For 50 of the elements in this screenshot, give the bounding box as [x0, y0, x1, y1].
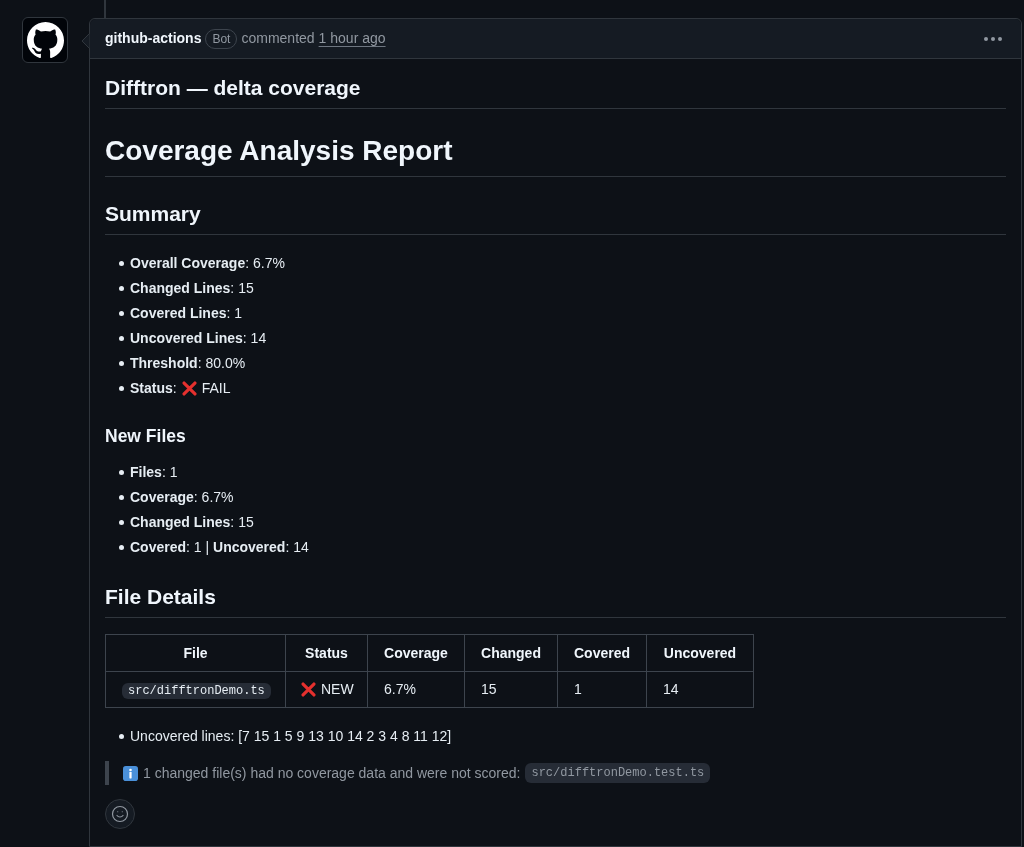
bullet-icon — [119, 495, 124, 500]
action-text: commented — [241, 29, 315, 48]
status-value: FAIL — [201, 379, 231, 398]
table-cell: 15 — [464, 671, 558, 708]
list-item-text: Files: 1 — [130, 463, 178, 482]
column-header: Status — [285, 634, 368, 672]
list-item-text: Uncovered Lines: 14 — [130, 329, 267, 348]
list-item-text: Changed Lines: 15 — [130, 513, 254, 532]
bullet-icon — [119, 520, 124, 525]
timestamp-link[interactable]: 1 hour ago — [318, 28, 386, 49]
list-item-text: Covered: 1 | Uncovered: 14 — [130, 538, 309, 557]
bullet-icon — [119, 361, 124, 366]
section-heading: Coverage Analysis Report — [105, 133, 1006, 177]
section-heading: Difftron — delta coverage — [105, 75, 1006, 109]
section-heading: Summary — [105, 201, 1006, 235]
add-reaction-button[interactable] — [105, 799, 135, 829]
bullet-icon — [119, 336, 124, 341]
list-item-text: Covered Lines: 1 — [130, 304, 243, 323]
list-item-text: Uncovered lines: [7 15 1 5 9 13 10 14 2 3 4 8 11 12] — [130, 727, 452, 746]
bullet-icon — [119, 470, 124, 475]
table-cell: 14 — [646, 671, 754, 708]
list-item-text: Status: — [130, 379, 177, 398]
status-text: NEW — [321, 680, 354, 699]
smiley-icon — [111, 805, 129, 823]
bullet-icon — [119, 734, 124, 739]
file-path-code: src/difftronDemo.ts — [122, 682, 271, 699]
table-cell: 1 — [557, 671, 647, 708]
bullet-icon — [119, 261, 124, 266]
bullet-icon — [119, 286, 124, 291]
list-item-text: Threshold: 80.0% — [130, 354, 246, 373]
info-icon — [123, 765, 138, 781]
section-heading: File Details — [105, 584, 1006, 618]
column-header: Coverage — [367, 634, 465, 672]
bullet-icon — [119, 311, 124, 316]
list-item-text: Coverage: 6.7% — [130, 488, 234, 507]
column-header: Changed — [464, 634, 558, 672]
column-header: Covered — [557, 634, 647, 672]
column-header: Uncovered — [646, 634, 754, 672]
table-cell: 6.7% — [367, 671, 465, 708]
list-item-text: Overall Coverage: 6.7% — [130, 254, 285, 273]
bullet-icon — [119, 545, 124, 550]
ellipsis-icon — [984, 36, 1002, 41]
cat-logo-icon[interactable] — [22, 17, 68, 63]
file-path-code: src/difftronDemo.test.ts — [525, 763, 711, 783]
bullet-icon — [119, 386, 124, 391]
author-link[interactable]: github-actions — [105, 28, 202, 49]
note-text: 1 changed file(s) had no coverage data and were not scored: — [143, 763, 521, 783]
list-item-text: Changed Lines: 15 — [130, 279, 254, 298]
section-heading: New Files — [105, 425, 187, 447]
column-header: File — [105, 634, 286, 672]
